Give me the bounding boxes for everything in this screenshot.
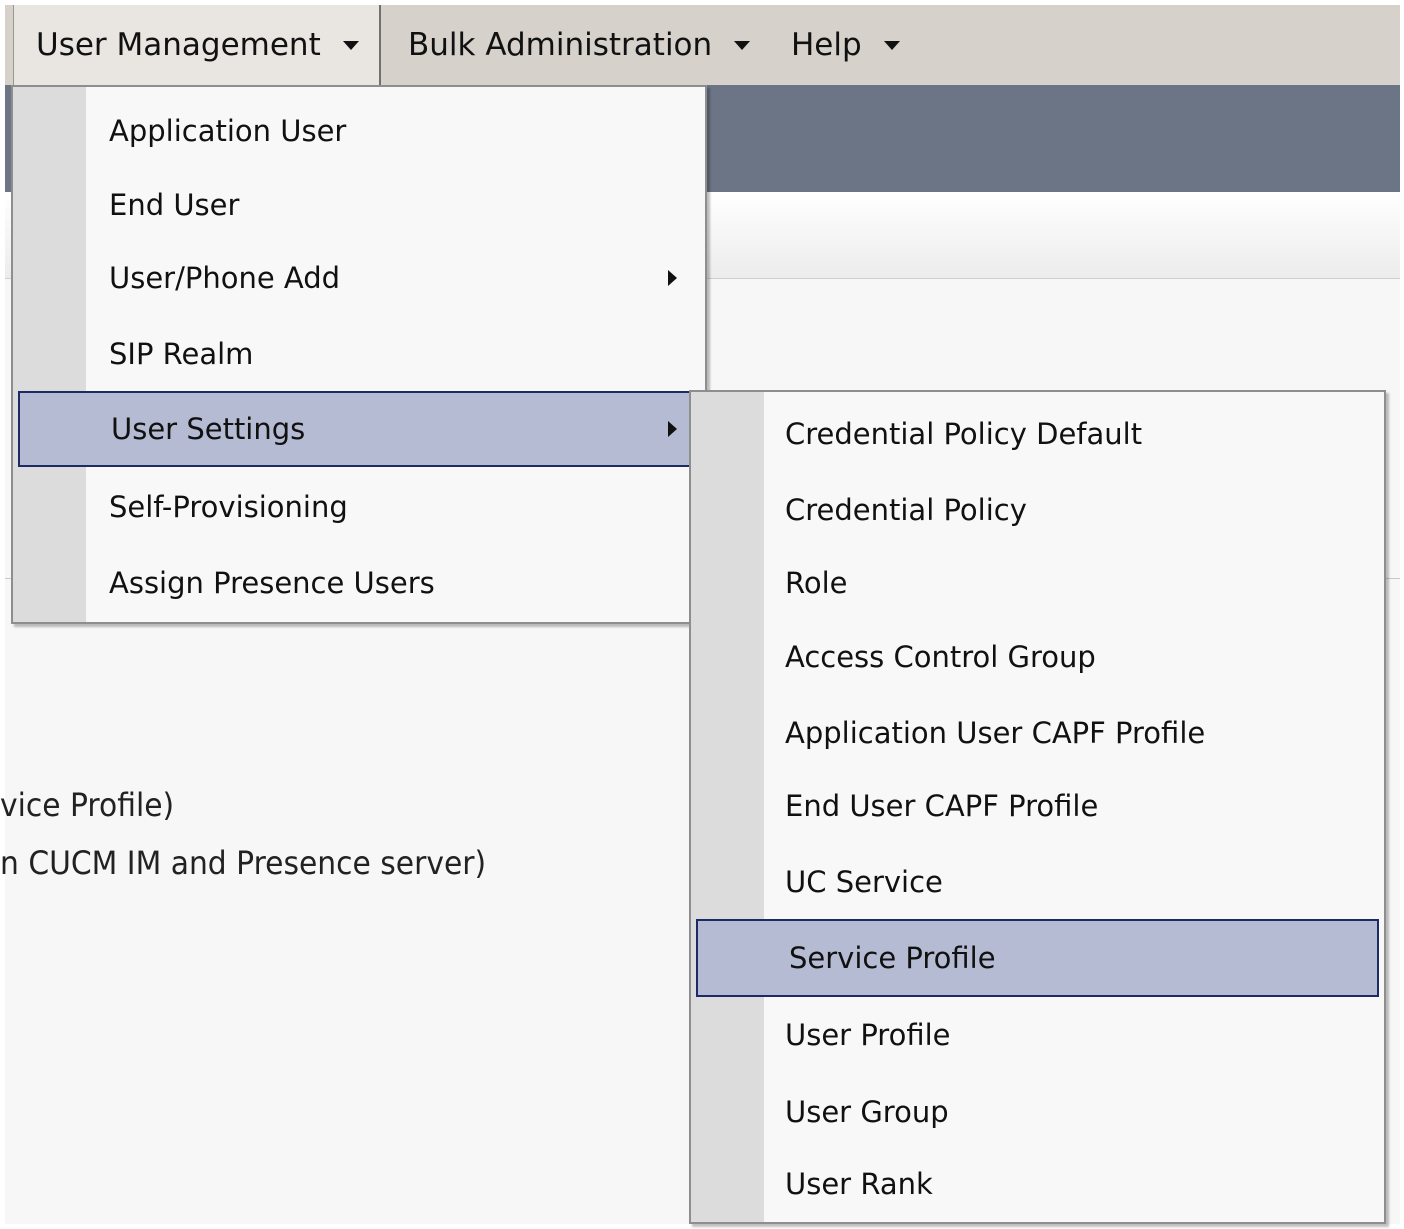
menu-item-credential-policy-default[interactable]: Credential Policy Default: [691, 396, 1384, 472]
menu-item-access-control-group[interactable]: Access Control Group: [691, 619, 1384, 695]
menu-item-label: Credential Policy Default: [785, 417, 1143, 451]
menu-item-label: SIP Realm: [109, 337, 254, 371]
menu-item-service-profile[interactable]: Service Profile: [696, 919, 1379, 997]
menu-item-label: Assign Presence Users: [109, 566, 435, 600]
menu-item-label: Credential Policy: [785, 493, 1027, 527]
menu-label: Help: [791, 27, 862, 63]
menu-item-label: Application User CAPF Profile: [785, 716, 1206, 750]
menu-user-management[interactable]: User Management: [13, 5, 381, 85]
menu-item-user-profile[interactable]: User Profile: [691, 997, 1384, 1073]
main-menubar: User Management Bulk Administration Help: [5, 5, 1400, 85]
menu-item-user-rank[interactable]: User Rank: [691, 1146, 1384, 1222]
menu-item-label: End User CAPF Profile: [785, 789, 1099, 823]
menu-label: User Management: [36, 27, 321, 63]
menu-item-label: Access Control Group: [785, 640, 1096, 674]
menu-item-end-user[interactable]: End User: [13, 167, 705, 243]
user-management-dropdown: Application User End User User/Phone Add…: [11, 85, 707, 624]
menu-item-label: Role: [785, 566, 848, 600]
caret-down-icon: [734, 40, 751, 50]
menu-item-label: Self-Provisioning: [109, 490, 348, 524]
caret-down-icon: [883, 40, 900, 50]
menu-item-sip-realm[interactable]: SIP Realm: [13, 316, 705, 392]
menu-item-self-provisioning[interactable]: Self-Provisioning: [13, 469, 705, 545]
menu-item-label: User Rank: [785, 1167, 933, 1201]
content-text-line: n CUCM IM and Presence server): [0, 844, 487, 882]
menu-bulk-administration[interactable]: Bulk Administration: [408, 5, 751, 85]
menu-item-application-user-capf-profile[interactable]: Application User CAPF Profile: [691, 695, 1384, 771]
menu-item-uc-service[interactable]: UC Service: [691, 844, 1384, 920]
submenu-arrow-icon: [668, 270, 677, 286]
menu-item-user-group[interactable]: User Group: [691, 1074, 1384, 1150]
user-settings-submenu: Credential Policy Default Credential Pol…: [689, 390, 1386, 1224]
menu-item-user-phone-add[interactable]: User/Phone Add: [13, 240, 705, 316]
menu-item-assign-presence-users[interactable]: Assign Presence Users: [13, 545, 705, 621]
caret-down-icon: [342, 40, 359, 50]
menu-item-label: User Group: [785, 1095, 949, 1129]
menu-item-label: Application User: [109, 114, 347, 148]
menu-item-label: User/Phone Add: [109, 261, 341, 295]
menu-item-user-settings[interactable]: User Settings: [18, 391, 705, 467]
menu-item-label: Service Profile: [789, 941, 996, 975]
content-text-line: vice Profile): [0, 786, 175, 824]
submenu-arrow-icon: [668, 421, 677, 437]
menu-item-role[interactable]: Role: [691, 545, 1384, 621]
menu-item-label: End User: [109, 188, 240, 222]
menu-item-label: User Settings: [111, 412, 306, 446]
menu-item-end-user-capf-profile[interactable]: End User CAPF Profile: [691, 768, 1384, 844]
menu-item-label: UC Service: [785, 865, 943, 899]
menu-label: Bulk Administration: [408, 27, 713, 63]
menu-item-application-user[interactable]: Application User: [13, 93, 705, 169]
menu-help[interactable]: Help: [791, 5, 900, 85]
menu-item-credential-policy[interactable]: Credential Policy: [691, 472, 1384, 548]
menu-item-label: User Profile: [785, 1018, 951, 1052]
